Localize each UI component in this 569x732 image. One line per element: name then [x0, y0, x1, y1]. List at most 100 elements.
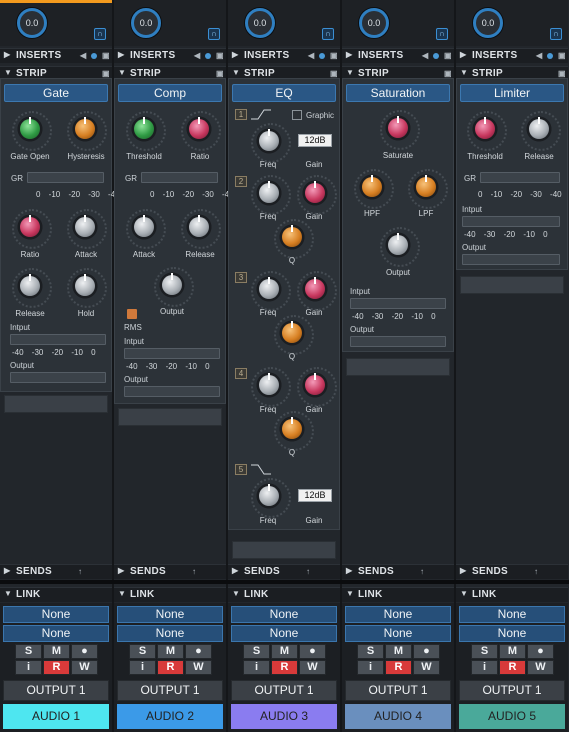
volume-knob[interactable]: 0.0 [17, 8, 47, 38]
inserts-header[interactable]: ▶ INSERTS ◀ ▣ [342, 48, 454, 63]
power-icon[interactable] [433, 53, 439, 59]
band-3-gain-knob[interactable] [297, 271, 337, 311]
collapse-icon[interactable]: ▼ [460, 589, 468, 598]
gate-open-knob[interactable] [12, 111, 52, 151]
link-field-a[interactable]: None [459, 606, 565, 623]
expand-icon[interactable]: ▶ [346, 566, 352, 575]
read-button[interactable]: R [499, 660, 526, 675]
lpf-knob[interactable] [408, 169, 448, 209]
monitor-icon[interactable]: ∩ [436, 28, 448, 40]
record-arm-button[interactable]: ● [299, 644, 326, 659]
input-monitor-button[interactable]: i [243, 660, 270, 675]
attack-knob[interactable] [126, 209, 166, 249]
volume-knob[interactable]: 0.0 [473, 8, 503, 38]
window-icon[interactable]: ▣ [216, 69, 224, 78]
link-header[interactable]: ▼ LINK [228, 587, 340, 602]
release-knob[interactable] [521, 111, 561, 151]
write-button[interactable]: W [413, 660, 440, 675]
expand-icon[interactable]: ▶ [118, 566, 124, 575]
link-header[interactable]: ▼ LINK [0, 587, 112, 602]
hpf-knob[interactable] [354, 169, 394, 209]
band-4-q-knob[interactable] [274, 411, 314, 451]
arrow-up-icon[interactable]: ↑ [192, 567, 196, 576]
inserts-header[interactable]: ▶ INSERTS ◀ ▣ [228, 48, 340, 63]
link-header[interactable]: ▼ LINK [456, 587, 568, 602]
saturate-knob[interactable] [380, 110, 420, 150]
arrow-up-icon[interactable]: ↑ [420, 567, 424, 576]
input-monitor-button[interactable]: i [357, 660, 384, 675]
expand-icon[interactable]: ▶ [460, 50, 466, 59]
expand-icon[interactable]: ▶ [118, 50, 124, 59]
solo-button[interactable]: S [243, 644, 270, 659]
band-2-gain-knob[interactable] [297, 175, 337, 215]
sends-header[interactable]: ▶ SENDS ↑ [0, 564, 112, 579]
window-icon[interactable]: ▣ [444, 51, 452, 60]
arrow-up-icon[interactable]: ↑ [78, 567, 82, 576]
release-knob[interactable] [181, 209, 221, 249]
link-field-a[interactable]: None [345, 606, 451, 623]
monitor-icon[interactable]: ∩ [94, 28, 106, 40]
solo-button[interactable]: S [129, 644, 156, 659]
record-arm-button[interactable]: ● [527, 644, 554, 659]
insert-slot[interactable] [346, 358, 450, 376]
arrow-back-icon[interactable]: ◀ [422, 51, 428, 60]
band-2-q-knob[interactable] [274, 219, 314, 259]
output-selector[interactable]: OUTPUT 1 [345, 680, 451, 701]
sends-header[interactable]: ▶ SENDS ↑ [342, 564, 454, 579]
solo-button[interactable]: S [15, 644, 42, 659]
read-button[interactable]: R [43, 660, 70, 675]
track-name[interactable]: AUDIO 2 [117, 704, 223, 729]
sends-header[interactable]: ▶ SENDS ↑ [228, 564, 340, 579]
band-5-freq-knob[interactable] [251, 478, 291, 518]
link-field-b[interactable]: None [459, 625, 565, 642]
read-button[interactable]: R [157, 660, 184, 675]
threshold-knob[interactable] [467, 111, 507, 151]
threshold-knob[interactable] [126, 111, 166, 151]
expand-icon[interactable]: ▶ [232, 50, 238, 59]
input-monitor-button[interactable]: i [15, 660, 42, 675]
hold-knob[interactable] [67, 268, 107, 308]
output-knob[interactable] [154, 267, 194, 307]
band-3-freq-knob[interactable] [251, 271, 291, 311]
mute-button[interactable]: M [385, 644, 412, 659]
record-arm-button[interactable]: ● [413, 644, 440, 659]
attack-knob[interactable] [67, 209, 107, 249]
link-field-b[interactable]: None [231, 625, 337, 642]
plugin-title[interactable]: Saturation [346, 84, 450, 102]
mute-button[interactable]: M [43, 644, 70, 659]
link-field-a[interactable]: None [3, 606, 109, 623]
link-field-b[interactable]: None [3, 625, 109, 642]
write-button[interactable]: W [527, 660, 554, 675]
release-knob[interactable] [12, 268, 52, 308]
track-name[interactable]: AUDIO 4 [345, 704, 451, 729]
window-icon[interactable]: ▣ [102, 51, 110, 60]
window-icon[interactable]: ▣ [444, 69, 452, 78]
solo-button[interactable]: S [357, 644, 384, 659]
power-icon[interactable] [91, 53, 97, 59]
window-icon[interactable]: ▣ [558, 51, 566, 60]
window-icon[interactable]: ▣ [102, 69, 110, 78]
read-button[interactable]: R [385, 660, 412, 675]
band-2-freq-knob[interactable] [251, 175, 291, 215]
inserts-header[interactable]: ▶ INSERTS ◀ ▣ [114, 48, 226, 63]
volume-knob[interactable]: 0.0 [245, 8, 275, 38]
output-knob[interactable] [380, 227, 420, 267]
mute-button[interactable]: M [271, 644, 298, 659]
output-selector[interactable]: OUTPUT 1 [231, 680, 337, 701]
arrow-up-icon[interactable]: ↑ [306, 567, 310, 576]
ratio-knob[interactable] [12, 209, 52, 249]
input-monitor-button[interactable]: i [471, 660, 498, 675]
mute-button[interactable]: M [499, 644, 526, 659]
collapse-icon[interactable]: ▼ [346, 68, 354, 77]
band-1-freq-knob[interactable] [251, 123, 291, 163]
collapse-icon[interactable]: ▼ [118, 68, 126, 77]
record-arm-button[interactable]: ● [71, 644, 98, 659]
monitor-icon[interactable]: ∩ [322, 28, 334, 40]
link-header[interactable]: ▼ LINK [342, 587, 454, 602]
inserts-header[interactable]: ▶ INSERTS ◀ ▣ [456, 48, 568, 63]
volume-knob[interactable]: 0.0 [359, 8, 389, 38]
output-selector[interactable]: OUTPUT 1 [3, 680, 109, 701]
read-button[interactable]: R [271, 660, 298, 675]
plugin-title[interactable]: Gate [4, 84, 108, 102]
arrow-up-icon[interactable]: ↑ [534, 567, 538, 576]
